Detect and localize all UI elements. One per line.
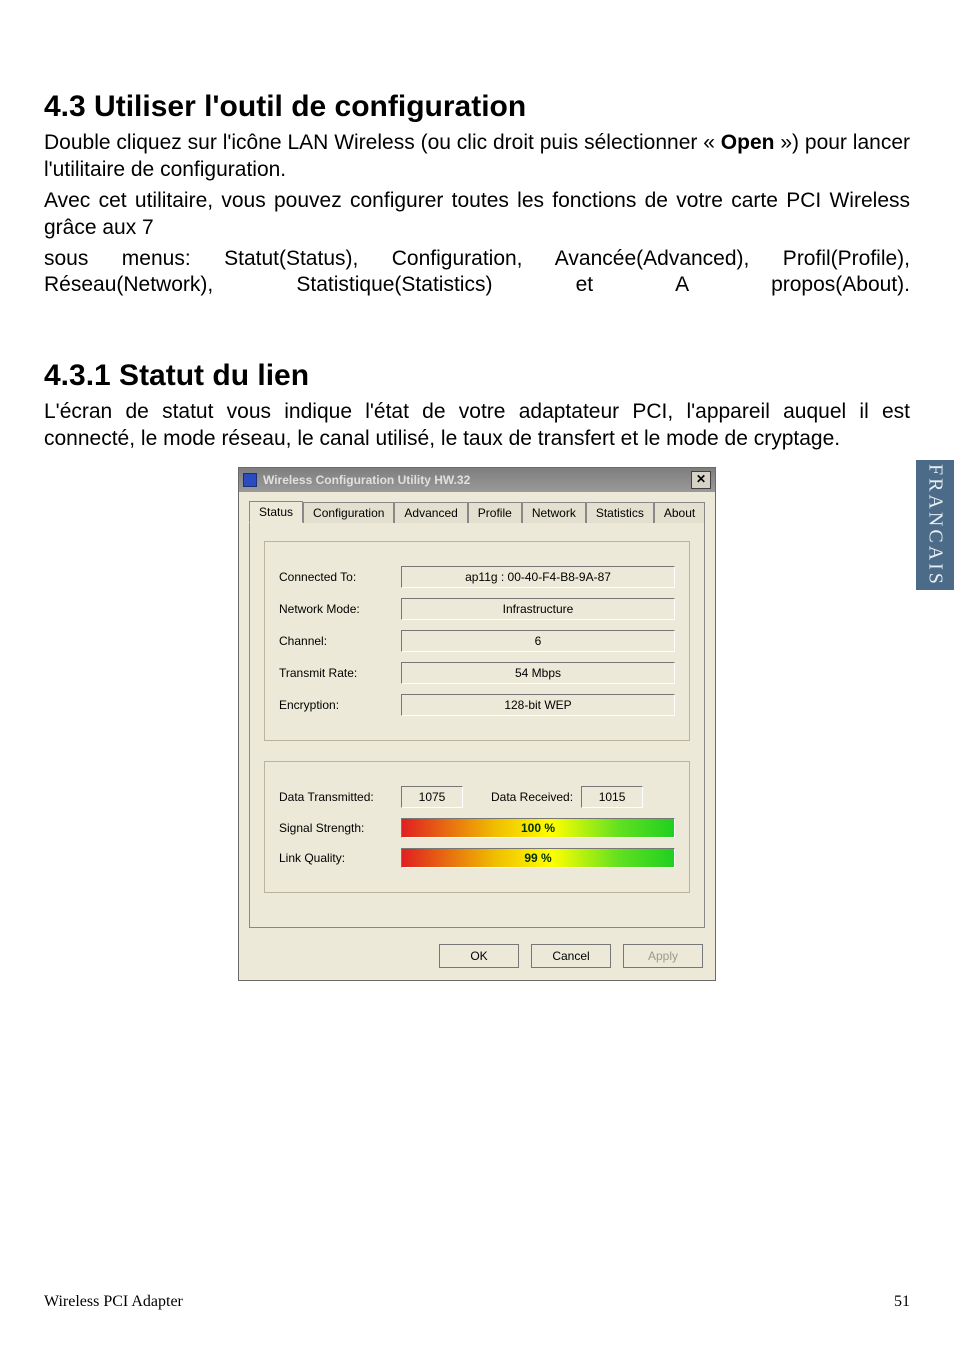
row-data-counters: Data Transmitted: 1075 Data Received: 10… <box>279 786 675 808</box>
tab-advanced[interactable]: Advanced <box>394 502 467 523</box>
label-connected-to: Connected To: <box>279 570 401 584</box>
tab-body: Connected To: ap11g : 00-40-F4-B8-9A-87 … <box>249 522 705 928</box>
row-network-mode: Network Mode: Infrastructure <box>279 598 675 620</box>
dialog-button-row: OK Cancel Apply <box>239 938 715 980</box>
dialog-screenshot: Wireless Configuration Utility HW.32 ✕ S… <box>238 467 716 981</box>
value-connected-to: ap11g : 00-40-F4-B8-9A-87 <box>401 566 675 588</box>
wireless-app-icon <box>243 473 257 487</box>
bar-signal-strength: 100 % <box>401 818 675 838</box>
row-link-quality: Link Quality: 99 % <box>279 848 675 868</box>
text-bold-open: Open <box>721 131 775 154</box>
tab-profile[interactable]: Profile <box>468 502 522 523</box>
dialog-title: Wireless Configuration Utility HW.32 <box>263 473 691 487</box>
body-paragraph: L'écran de statut vous indique l'état de… <box>44 399 910 453</box>
body-paragraph: Avec cet utilitaire, vous pouvez configu… <box>44 188 910 242</box>
tab-about[interactable]: About <box>654 502 705 523</box>
value-encryption: 128-bit WEP <box>401 694 675 716</box>
page-footer: Wireless PCI Adapter 51 <box>44 1293 910 1311</box>
row-transmit-rate: Transmit Rate: 54 Mbps <box>279 662 675 684</box>
footer-page-number: 51 <box>894 1293 910 1311</box>
tab-configuration[interactable]: Configuration <box>303 502 394 523</box>
value-data-transmitted: 1075 <box>401 786 463 808</box>
label-link-quality: Link Quality: <box>279 851 401 865</box>
page-content: 4.3 Utiliser l'outil de configuration Do… <box>0 0 954 1021</box>
label-network-mode: Network Mode: <box>279 602 401 616</box>
text-run: Double cliquez sur l'icône LAN Wireless … <box>44 131 721 154</box>
footer-left: Wireless PCI Adapter <box>44 1293 183 1311</box>
stats-groupbox: Data Transmitted: 1075 Data Received: 10… <box>264 761 690 893</box>
status-groupbox: Connected To: ap11g : 00-40-F4-B8-9A-87 … <box>264 541 690 741</box>
close-button[interactable]: ✕ <box>691 471 711 489</box>
bar-link-quality: 99 % <box>401 848 675 868</box>
tab-strip: Status Configuration Advanced Profile Ne… <box>239 492 715 522</box>
section-heading-4-3: 4.3 Utiliser l'outil de configuration <box>44 90 910 124</box>
section-heading-4-3-1: 4.3.1 Statut du lien <box>44 359 910 393</box>
label-signal-strength: Signal Strength: <box>279 821 401 835</box>
value-transmit-rate: 54 Mbps <box>401 662 675 684</box>
row-channel: Channel: 6 <box>279 630 675 652</box>
label-transmit-rate: Transmit Rate: <box>279 666 401 680</box>
tab-statistics[interactable]: Statistics <box>586 502 654 523</box>
ok-button[interactable]: OK <box>439 944 519 968</box>
value-channel: 6 <box>401 630 675 652</box>
value-network-mode: Infrastructure <box>401 598 675 620</box>
label-data-received: Data Received: <box>491 790 573 804</box>
label-data-transmitted: Data Transmitted: <box>279 790 401 804</box>
tab-status[interactable]: Status <box>249 501 303 523</box>
body-paragraph: Double cliquez sur l'icône LAN Wireless … <box>44 130 910 184</box>
label-encryption: Encryption: <box>279 698 401 712</box>
apply-button: Apply <box>623 944 703 968</box>
row-connected-to: Connected To: ap11g : 00-40-F4-B8-9A-87 <box>279 566 675 588</box>
value-data-received: 1015 <box>581 786 643 808</box>
tab-network[interactable]: Network <box>522 502 586 523</box>
label-channel: Channel: <box>279 634 401 648</box>
cancel-button[interactable]: Cancel <box>531 944 611 968</box>
row-signal-strength: Signal Strength: 100 % <box>279 818 675 838</box>
body-paragraph: sous menus: Statut(Status), Configuratio… <box>44 246 910 300</box>
row-encryption: Encryption: 128-bit WEP <box>279 694 675 716</box>
config-dialog: Wireless Configuration Utility HW.32 ✕ S… <box>238 467 716 981</box>
dialog-titlebar: Wireless Configuration Utility HW.32 ✕ <box>239 468 715 492</box>
